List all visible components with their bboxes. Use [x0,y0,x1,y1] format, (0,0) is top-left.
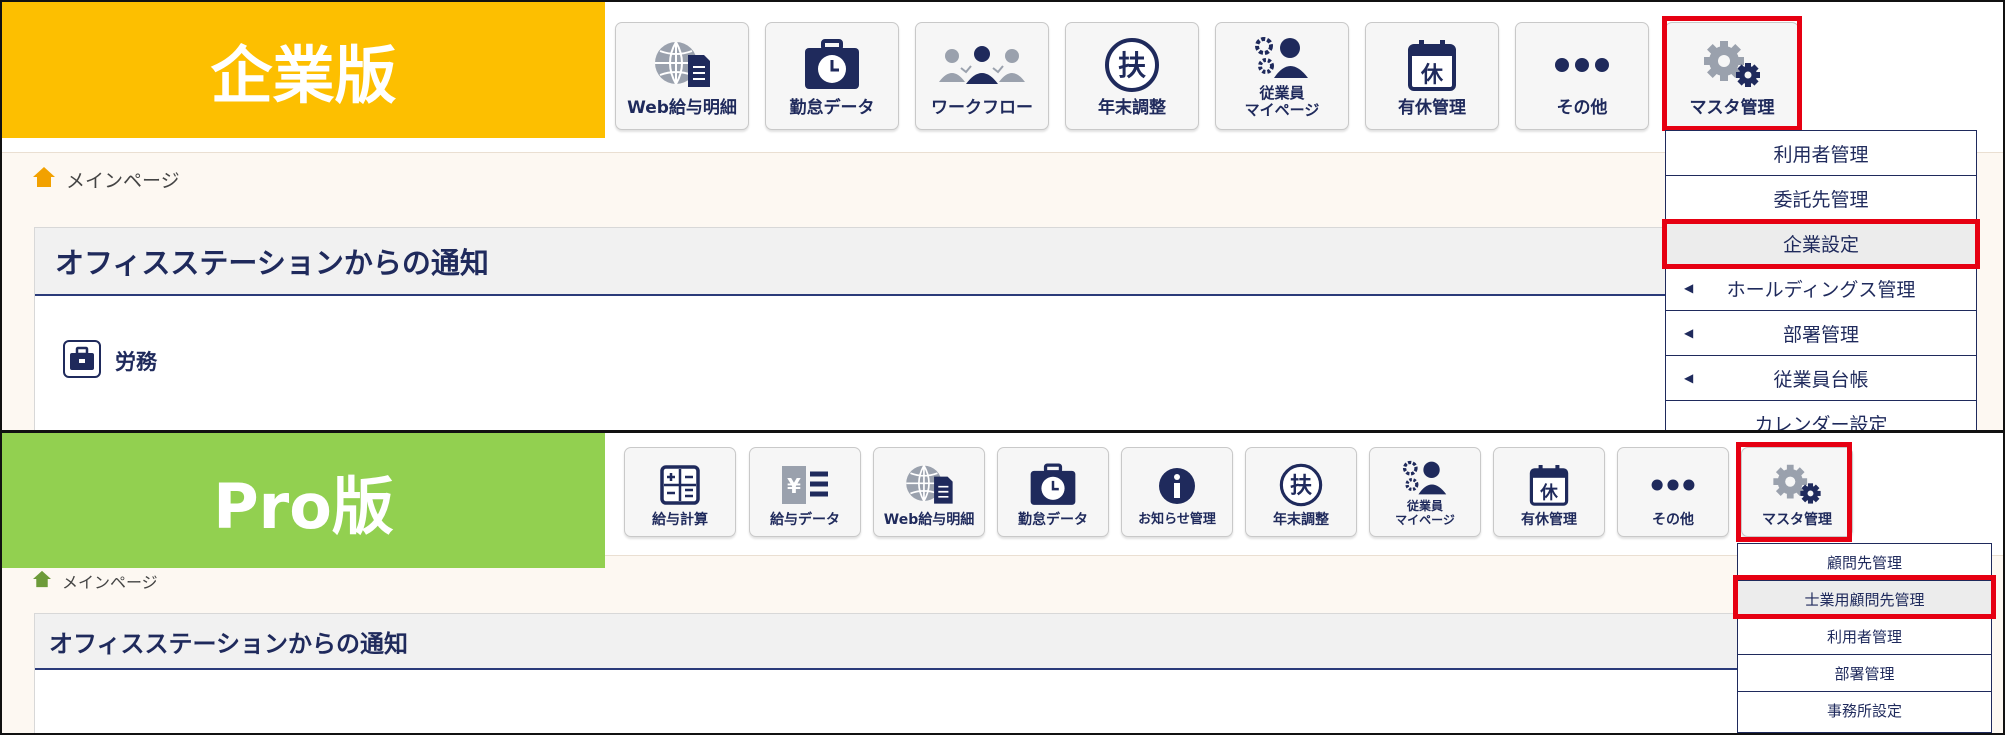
nav-label: その他 [1652,511,1694,528]
nav-paid-leave-button[interactable]: 休 有休管理 [1365,22,1499,130]
menu-item-employee-ledger[interactable]: ◀ 従業員台帳 [1666,356,1976,401]
nav-label: 従業員 マイページ [1395,499,1455,528]
professional-client-highlight [1733,575,1996,619]
home-icon [32,166,56,193]
more-dots-icon [1650,461,1696,509]
menu-item-department-management[interactable]: 部署管理 [1738,655,1991,692]
svg-text:¥: ¥ [787,474,801,498]
nav-other-button[interactable]: その他 [1617,447,1729,537]
menu-item-user-management[interactable]: 利用者管理 [1666,131,1976,176]
notice-title: オフィスステーションからの通知 [49,629,409,658]
nav-label: 年末調整 [1273,511,1329,528]
info-icon [1157,462,1197,510]
svg-text:扶: 扶 [1118,49,1146,82]
home-icon [32,570,52,592]
enterprise-edition-banner: 企業版 [2,2,605,138]
nav-attendance-data-button[interactable]: 勤怠データ [765,22,899,130]
more-dots-icon [1553,35,1611,95]
edition-label: 企業版 [210,39,397,112]
nav-label: ワークフロー [931,98,1033,119]
breadcrumb[interactable]: メインページ [32,166,180,193]
fu-kanji-icon: 扶 [1279,461,1323,509]
nav-label: 給与計算 [652,511,708,528]
nav-label: Web給与明細 [883,511,975,528]
nav-label: 従業員 マイページ [1244,83,1320,119]
calendar-kyu-icon: 休 [1529,461,1569,509]
nav-label: 有休管理 [1398,98,1466,119]
clock-briefcase-icon [803,35,861,95]
calculator-icon [660,461,700,509]
master-button-highlight [1736,442,1852,542]
employee-gear-icon [1400,459,1450,497]
nav-label: 有休管理 [1521,511,1577,528]
nav-label: 勤怠データ [1018,511,1088,528]
employee-gear-icon [1252,35,1312,81]
menu-item-department-management[interactable]: ◀ 部署管理 [1666,311,1976,356]
menu-item-holdings-management[interactable]: ◀ ホールディングス管理 [1666,266,1976,311]
nav-label: お知らせ管理 [1138,512,1216,528]
nav-payroll-calculation-button[interactable]: 給与計算 [624,447,736,537]
briefcase-icon [63,340,101,382]
nav-other-button[interactable]: その他 [1515,22,1649,130]
svg-text:休: 休 [1539,483,1558,504]
globe-document-icon [902,461,956,509]
globe-document-icon [650,35,714,95]
svg-text:休: 休 [1420,63,1444,88]
nav-employee-mypage-button[interactable]: 従業員 マイページ [1369,447,1481,537]
fu-kanji-icon: 扶 [1104,35,1160,95]
nav-web-payslip-button[interactable]: Web給与明細 [873,447,985,537]
nav-label: 年末調整 [1098,98,1166,119]
breadcrumb-main-page[interactable]: メインページ [62,569,158,593]
nav-employee-mypage-button[interactable]: 従業員 マイページ [1215,22,1349,130]
master-dropdown-menu: 顧問先管理 士業用顧問先管理 利用者管理 部署管理 事務所設定 [1737,543,1992,733]
nav-workflow-button[interactable]: ワークフロー [915,22,1049,130]
notice-box: オフィスステーションからの通知 労務 [34,227,1674,430]
clock-briefcase-icon [1029,461,1077,509]
notice-header: オフィスステーションからの通知 [35,228,1673,296]
notice-box: オフィスステーションからの通知 [34,613,1746,733]
master-button-highlight [1662,16,1802,131]
nav-year-end-adjustment-button[interactable]: 扶 年末調整 [1065,22,1199,130]
caret-left-icon: ◀ [1684,281,1694,295]
menu-item-calendar-settings[interactable]: カレンダー設定 [1666,401,1976,430]
nav-announcement-management-button[interactable]: お知らせ管理 [1121,447,1233,537]
caret-left-icon: ◀ [1684,326,1694,340]
notice-header: オフィスステーションからの通知 [35,614,1745,670]
nav-payroll-data-button[interactable]: ¥ 給与データ [749,447,861,537]
breadcrumb-main-page[interactable]: メインページ [66,166,180,193]
yen-list-icon: ¥ [779,461,831,509]
people-group-icon [936,35,1028,95]
pro-edition-banner: Pro版 [2,433,605,568]
enterprise-panel: 企業版 Web給与明細 勤怠データ ワークフロー 扶 年末調整 従業員 マイペー… [2,2,2003,430]
breadcrumb[interactable]: メインページ [32,569,158,593]
nav-label: 給与データ [770,511,840,528]
pro-panel: 給与計算 ¥ 給与データ Web給与明細 勤怠データ お知らせ管理 扶 年末調整… [2,433,2003,733]
nav-label: 勤怠データ [789,98,875,119]
nav-year-end-adjustment-button[interactable]: 扶 年末調整 [1245,447,1357,537]
svg-text:扶: 扶 [1290,474,1312,499]
notice-title: オフィスステーションからの通知 [55,246,489,280]
category-row[interactable]: 労務 [63,340,157,382]
nav-label: Web給与明細 [627,98,737,119]
nav-attendance-data-button[interactable]: 勤怠データ [997,447,1109,537]
master-dropdown-menu: 利用者管理 委託先管理 企業設定 ◀ ホールディングス管理 ◀ 部署管理 ◀ 従業員台… [1665,130,1977,430]
category-label: 労務 [115,350,157,374]
edition-label: Pro版 [213,469,394,543]
nav-web-payslip-button[interactable]: Web給与明細 [615,22,749,130]
menu-item-user-management[interactable]: 利用者管理 [1738,618,1991,655]
company-settings-highlight [1662,219,1980,269]
caret-left-icon: ◀ [1684,371,1694,385]
menu-item-office-settings[interactable]: 事務所設定 [1738,692,1991,729]
menu-item-contractor-management[interactable]: 委託先管理 [1666,176,1976,221]
nav-label: その他 [1556,98,1608,119]
calendar-kyu-icon: 休 [1407,35,1457,95]
nav-paid-leave-button[interactable]: 休 有休管理 [1493,447,1605,537]
